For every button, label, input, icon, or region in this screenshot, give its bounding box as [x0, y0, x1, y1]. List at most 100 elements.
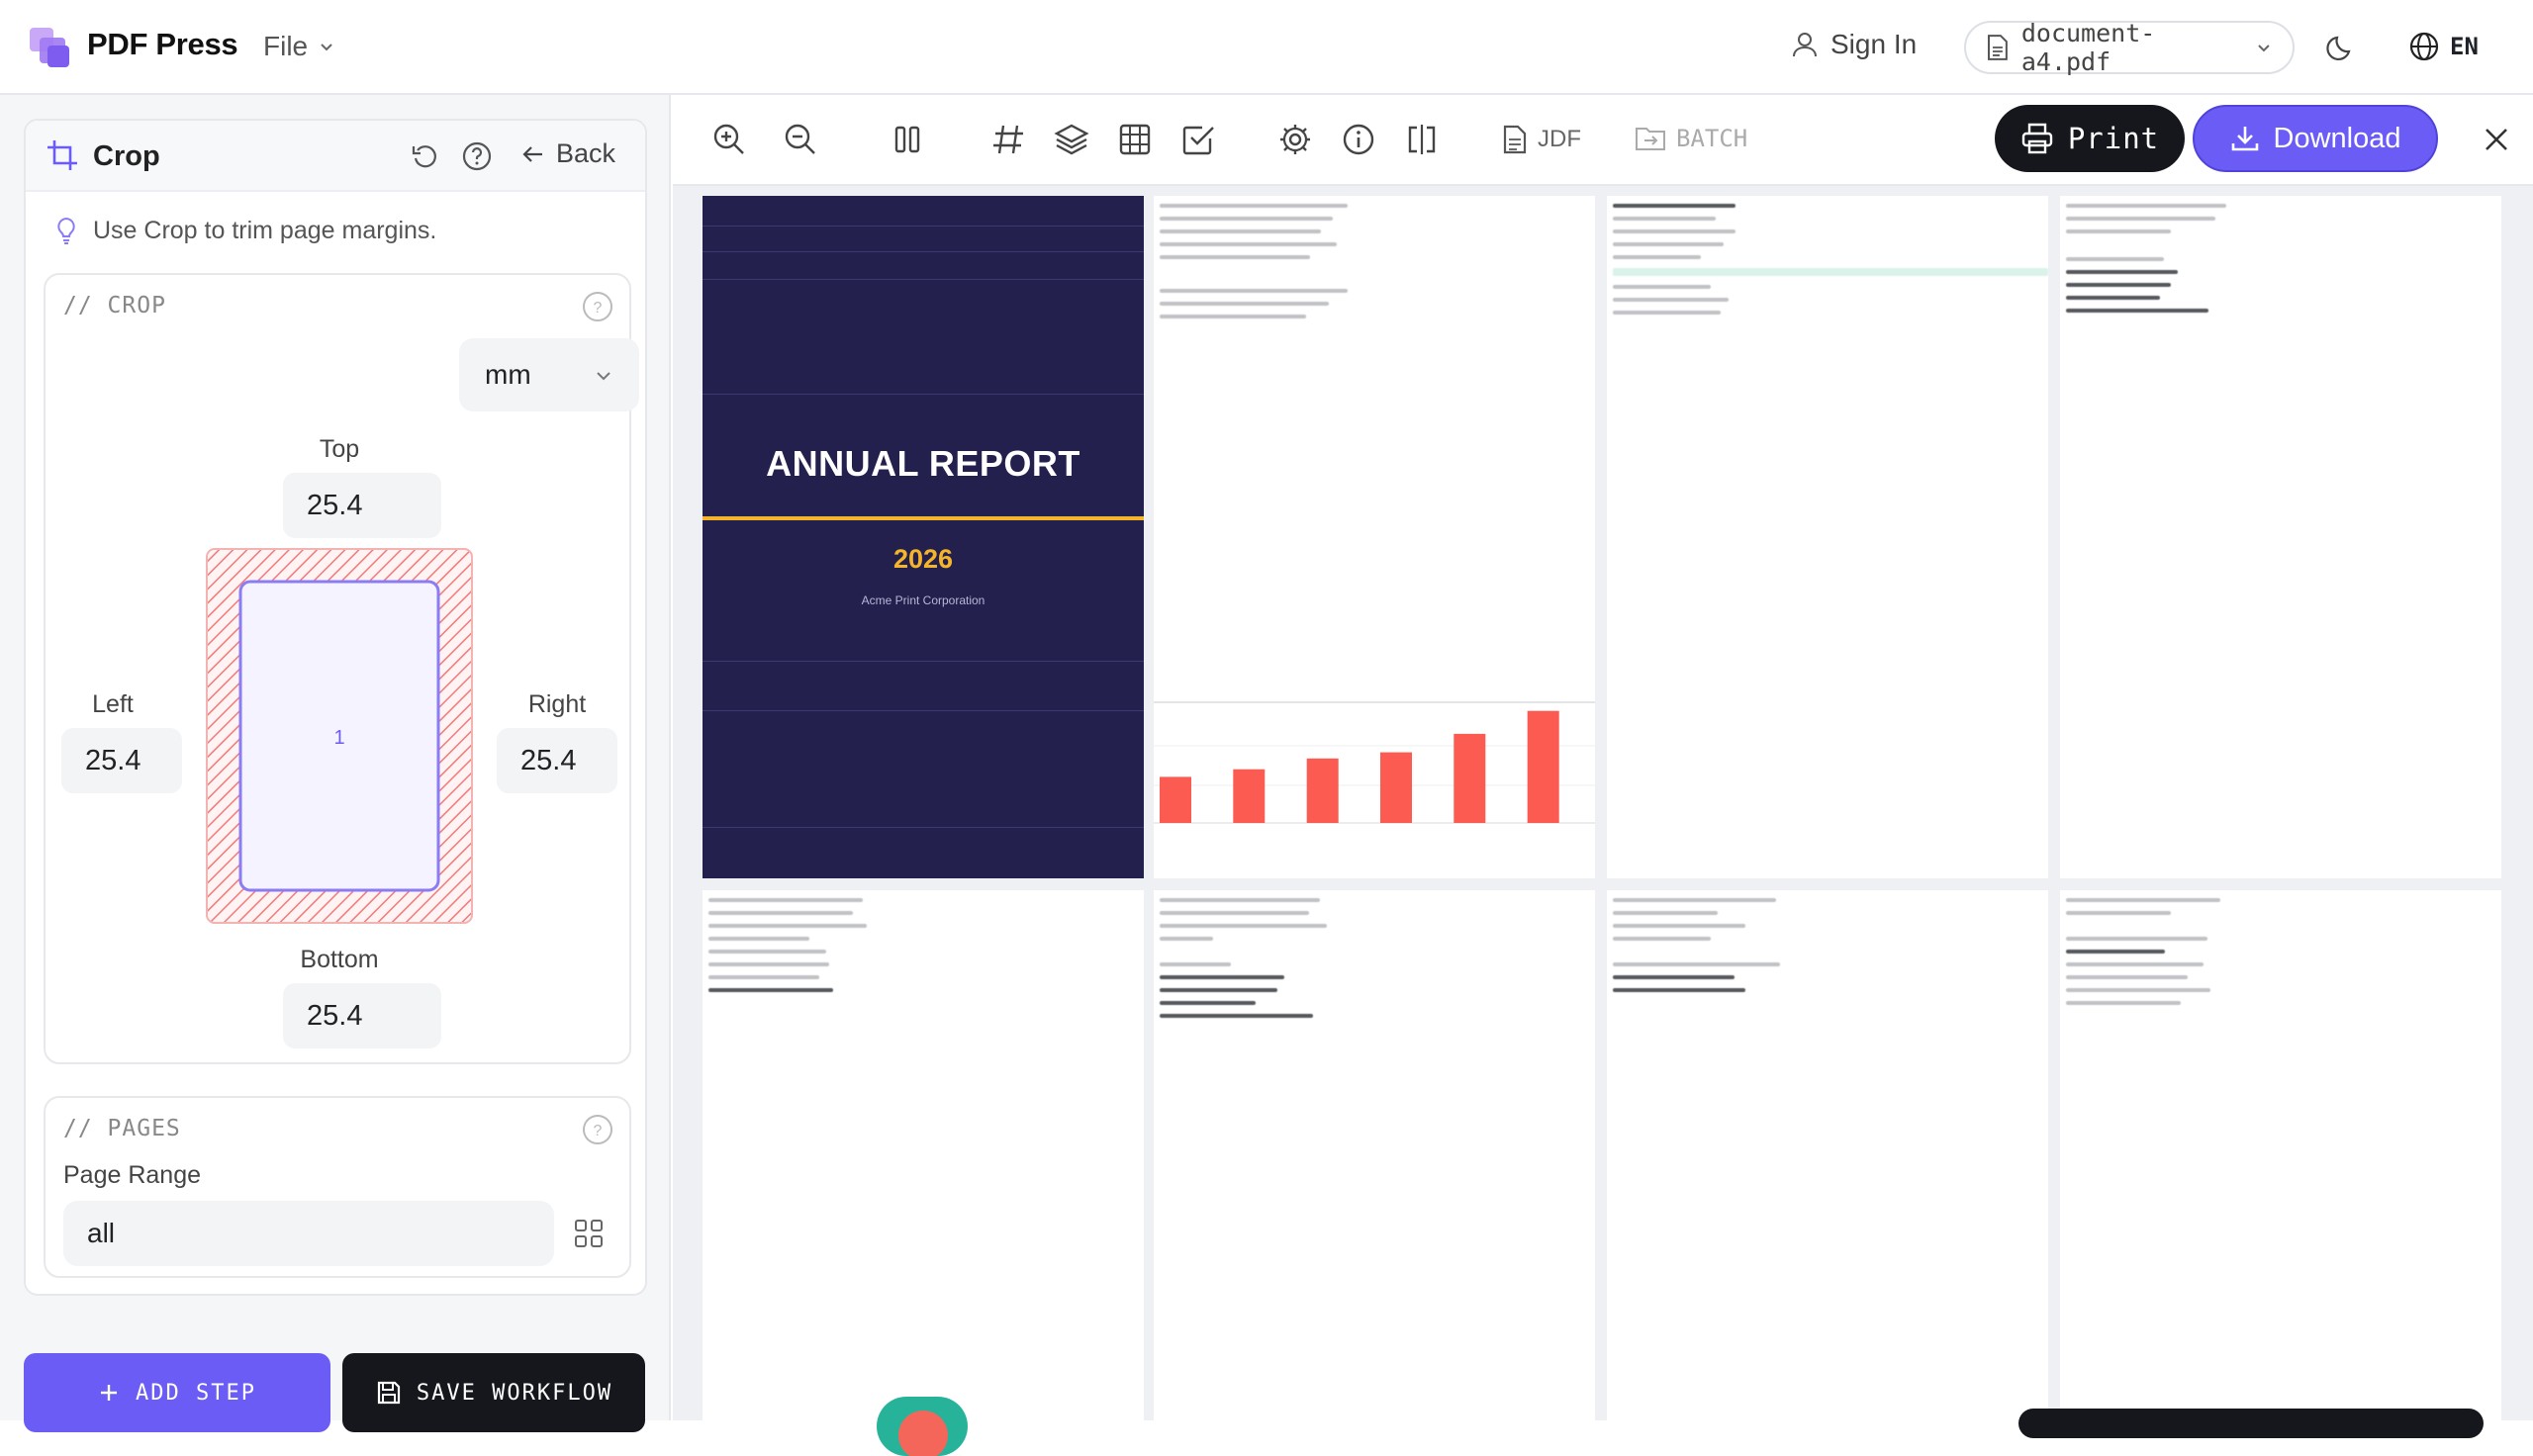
- page-thumbnail[interactable]: [1154, 196, 1595, 878]
- download-button[interactable]: Download: [2193, 105, 2438, 172]
- crop-section: // CROP ? mm Top Left Right: [44, 273, 639, 1064]
- back-label: Back: [556, 138, 616, 168]
- add-step-label: ADD STEP: [136, 1380, 256, 1406]
- cover-rule: [703, 394, 1144, 395]
- file-menu-label: File: [263, 31, 309, 61]
- cover-year: 2026: [892, 544, 954, 574]
- document-select[interactable]: document-a4.pdf: [1964, 19, 2295, 76]
- crop-icon: [47, 140, 77, 170]
- page-text-block: [1613, 898, 1787, 1001]
- print-label: Print: [2067, 122, 2160, 155]
- cover-gold-rule: [703, 516, 1144, 520]
- save-workflow-button[interactable]: SAVE WORKFLOW: [342, 1353, 645, 1432]
- page-thumbnail[interactable]: [2060, 196, 2501, 878]
- page-thumbnail[interactable]: [1607, 890, 2048, 1420]
- help-icon[interactable]: [461, 140, 493, 172]
- page-thumbnail-cover[interactable]: ANNUAL REPORT 2026 Acme Print Corporatio…: [703, 196, 1144, 878]
- unit-value: mm: [485, 359, 531, 390]
- columns-icon[interactable]: [889, 121, 926, 158]
- back-button[interactable]: Back: [520, 138, 615, 169]
- app-logo-icon[interactable]: [30, 28, 71, 69]
- bottom-label: Bottom: [300, 946, 379, 973]
- cover-rule: [703, 226, 1144, 227]
- page-text-block: [1160, 898, 1338, 1027]
- bar: [1160, 776, 1191, 823]
- grid-icon[interactable]: [572, 1217, 606, 1250]
- layers-icon[interactable]: [1053, 121, 1090, 158]
- toolbar: JDF BATCH Print Download: [673, 95, 2533, 186]
- close-icon[interactable]: [2480, 123, 2513, 156]
- info-icon[interactable]: [1340, 121, 1377, 158]
- left-label: Left: [92, 690, 134, 718]
- sidebar: Crop Back Use Crop to trim page margins.…: [0, 95, 671, 1432]
- cover-title: ANNUAL REPORT: [766, 443, 1080, 484]
- add-step-button[interactable]: ADD STEP: [24, 1353, 330, 1432]
- page-text-block: [708, 898, 877, 1001]
- download-icon: [2231, 127, 2258, 151]
- top-input[interactable]: [283, 473, 441, 538]
- sign-in-label: Sign In: [1830, 29, 1918, 59]
- moon-icon[interactable]: [2323, 30, 2359, 65]
- crop-preview: 1: [206, 548, 473, 924]
- zoom-out-icon[interactable]: [782, 121, 819, 158]
- page-text-block: [2066, 898, 2230, 1014]
- file-icon: [1987, 35, 2008, 60]
- batch-label: BATCH: [1676, 125, 1748, 152]
- page-thumbnail[interactable]: [703, 890, 1144, 1420]
- crop-section-label: // CROP: [63, 293, 166, 318]
- checkbox-icon[interactable]: [1179, 121, 1217, 158]
- split-icon[interactable]: [1403, 121, 1441, 158]
- pages-section: // PAGES ? Page Range: [44, 1096, 631, 1278]
- document-name: document-a4.pdf: [2020, 19, 2156, 76]
- panel-title: Crop: [93, 140, 160, 172]
- file-menu[interactable]: File: [263, 31, 335, 62]
- bar: [1380, 752, 1412, 823]
- print-button[interactable]: Print: [1995, 105, 2185, 172]
- panel-header: Crop Back: [26, 121, 645, 192]
- tip-text: Use Crop to trim page margins.: [93, 216, 437, 244]
- chevron-down-icon: [2258, 45, 2270, 52]
- help-icon[interactable]: ?: [582, 1114, 613, 1145]
- cover-rule: [703, 661, 1144, 662]
- mini-bar-chart: [1154, 701, 1595, 824]
- table-icon[interactable]: [1116, 121, 1154, 158]
- page-range-input[interactable]: [63, 1201, 554, 1266]
- page-preview-area: ANNUAL REPORT 2026 Acme Print Corporatio…: [673, 186, 2533, 1420]
- cover-rule: [703, 251, 1144, 252]
- batch-button[interactable]: BATCH: [1635, 125, 1747, 152]
- right-label: Right: [527, 690, 587, 718]
- gear-icon[interactable]: [1276, 121, 1314, 158]
- floating-toolbar[interactable]: [2018, 1409, 2484, 1438]
- globe-icon: [2409, 32, 2439, 61]
- zoom-in-icon[interactable]: [710, 121, 748, 158]
- language-code: EN: [2450, 33, 2479, 60]
- app-header: PDF Press File Sign In document-a4.pdf E…: [0, 0, 2533, 95]
- reset-icon[interactable]: [410, 140, 441, 172]
- unit-select[interactable]: mm: [459, 338, 639, 411]
- language-selector[interactable]: EN: [2408, 31, 2479, 62]
- jdf-label: JDF: [1538, 126, 1581, 152]
- jdf-button[interactable]: JDF: [1502, 125, 1581, 154]
- printer-icon: [2021, 123, 2053, 154]
- chevron-down-icon: [321, 44, 332, 51]
- sign-in-button[interactable]: Sign In: [1791, 29, 1917, 60]
- bar: [1233, 769, 1266, 823]
- page-thumbnail[interactable]: [2060, 890, 2501, 1420]
- bottom-input[interactable]: [283, 983, 441, 1048]
- avatar[interactable]: [877, 1397, 968, 1456]
- crop-panel: Crop Back Use Crop to trim page margins.…: [24, 119, 647, 1296]
- page-thumbnail[interactable]: [1607, 196, 2048, 878]
- save-icon: [377, 1381, 401, 1405]
- bar: [1306, 758, 1339, 823]
- tip: Use Crop to trim page margins.: [53, 216, 436, 245]
- chevron-down-icon: [597, 372, 610, 381]
- page-thumbnail[interactable]: [1154, 890, 1595, 1420]
- hash-icon[interactable]: [989, 121, 1027, 158]
- plus-icon: [101, 1385, 118, 1401]
- user-icon: [1793, 33, 1817, 57]
- help-icon[interactable]: ?: [582, 291, 613, 322]
- svg-text:?: ?: [594, 300, 603, 317]
- right-input[interactable]: [497, 728, 617, 793]
- lightbulb-icon: [57, 217, 75, 244]
- left-input[interactable]: [61, 728, 182, 793]
